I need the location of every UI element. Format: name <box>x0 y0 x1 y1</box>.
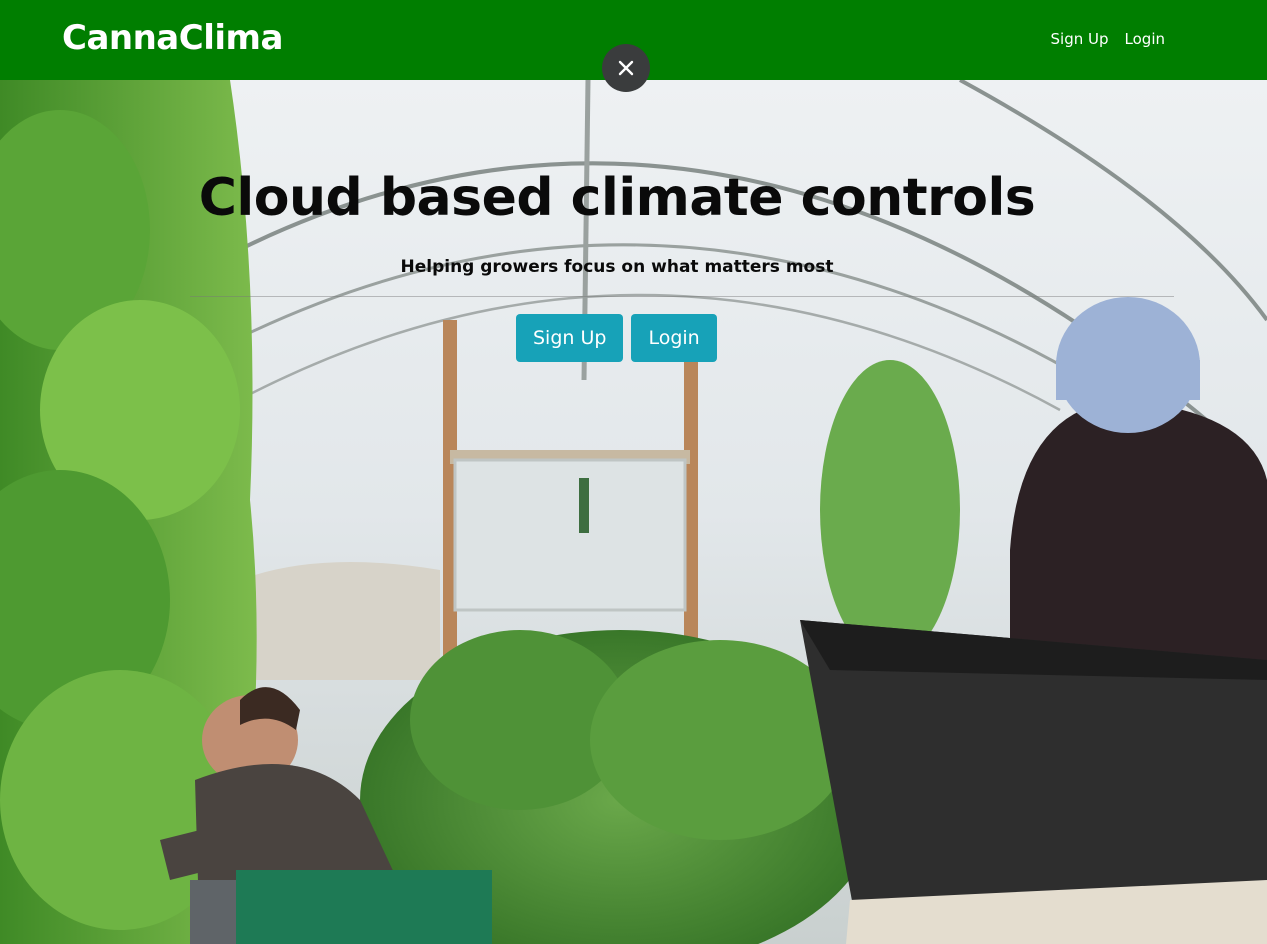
close-icon <box>618 60 634 76</box>
close-button[interactable] <box>602 44 650 92</box>
nav-signup-link[interactable]: Sign Up <box>1051 30 1109 48</box>
hero-title: Cloud based climate controls <box>198 168 1036 228</box>
brand-logo[interactable]: CannaClima <box>62 18 283 58</box>
login-button[interactable]: Login <box>631 314 717 362</box>
nav-links: Sign Up Login <box>1051 30 1165 48</box>
hero-buttons: Sign Up Login <box>516 314 717 362</box>
hero-divider <box>190 296 1174 297</box>
signup-button[interactable]: Sign Up <box>516 314 624 362</box>
hero-subtitle: Helping growers focus on what matters mo… <box>400 257 834 277</box>
nav-login-link[interactable]: Login <box>1125 30 1165 48</box>
